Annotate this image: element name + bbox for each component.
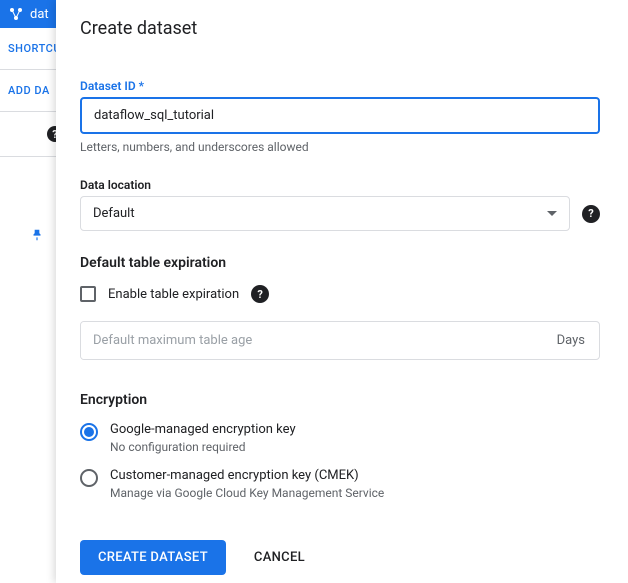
table-expiration-section: Default table expiration Enable table ex… xyxy=(80,255,600,360)
button-row: CREATE DATASET CANCEL xyxy=(80,540,600,575)
data-location-label: Data location xyxy=(80,178,600,192)
dataset-id-label: Dataset ID * xyxy=(80,79,600,93)
table-age-unit: Days xyxy=(543,333,599,348)
encryption-header: Encryption xyxy=(80,392,600,408)
required-mark: * xyxy=(139,79,144,93)
dataset-id-input[interactable] xyxy=(80,97,600,134)
encryption-option-google[interactable]: Google-managed encryption key No configu… xyxy=(80,422,600,454)
enable-expiration-row: Enable table expiration ? xyxy=(80,285,600,303)
data-location-select[interactable]: Default xyxy=(80,196,570,231)
cancel-button[interactable]: CANCEL xyxy=(246,540,313,575)
help-icon[interactable]: ? xyxy=(582,205,600,223)
table-age-input[interactable] xyxy=(81,322,543,359)
expiration-header: Default table expiration xyxy=(80,255,600,271)
bg-header-text: dat xyxy=(30,7,49,22)
node-icon xyxy=(8,6,24,22)
radio-selected-icon xyxy=(80,423,98,441)
encryption-google-label: Google-managed encryption key xyxy=(110,422,600,437)
dataset-id-helper: Letters, numbers, and underscores allowe… xyxy=(80,140,600,154)
enable-expiration-label: Enable table expiration xyxy=(108,287,239,302)
encryption-section: Encryption Google-managed encryption key… xyxy=(80,392,600,500)
data-location-value: Default xyxy=(93,206,135,221)
create-dataset-panel: Create dataset Dataset ID * Letters, num… xyxy=(56,0,628,583)
create-dataset-button[interactable]: CREATE DATASET xyxy=(80,540,226,575)
panel-title: Create dataset xyxy=(80,18,600,39)
chevron-down-icon xyxy=(547,211,557,216)
enable-expiration-checkbox[interactable] xyxy=(80,286,96,302)
dataset-id-field: Dataset ID * Letters, numbers, and under… xyxy=(80,79,600,154)
help-icon[interactable]: ? xyxy=(251,285,269,303)
encryption-option-cmek[interactable]: Customer-managed encryption key (CMEK) M… xyxy=(80,468,600,500)
encryption-cmek-label: Customer-managed encryption key (CMEK) xyxy=(110,468,600,483)
data-location-field: Data location Default ? xyxy=(80,178,600,231)
table-age-field: Days xyxy=(80,321,600,360)
encryption-google-helper: No configuration required xyxy=(110,440,600,454)
pin-icon[interactable] xyxy=(30,227,44,247)
encryption-cmek-helper: Manage via Google Cloud Key Management S… xyxy=(110,486,600,500)
radio-unselected-icon xyxy=(80,469,98,487)
